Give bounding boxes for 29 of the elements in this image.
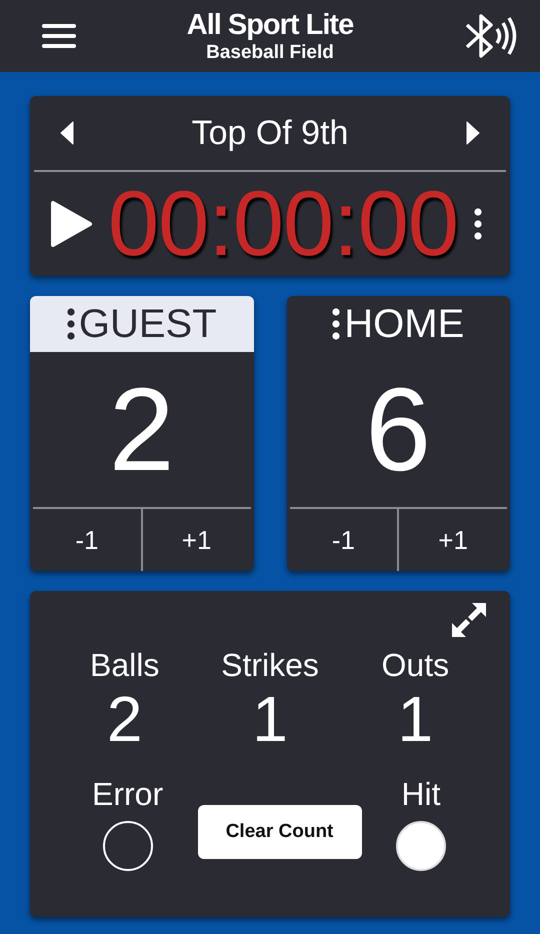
team-score: 6 <box>364 362 432 498</box>
count-value[interactable]: 2 <box>106 684 142 754</box>
count-label: Balls <box>90 647 160 684</box>
clear-count-button[interactable]: Clear Count <box>198 805 362 860</box>
count-value[interactable]: 1 <box>398 684 434 754</box>
kebab-icon[interactable] <box>66 308 75 340</box>
menu-icon[interactable] <box>42 23 76 49</box>
app-title: All Sport Lite <box>186 8 354 42</box>
minus-one-button[interactable]: -1 <box>290 509 398 571</box>
play-icon[interactable] <box>50 200 92 248</box>
indicator-label: Hit <box>401 776 441 814</box>
minus-one-button[interactable]: -1 <box>33 509 141 571</box>
count-value[interactable]: 1 <box>252 684 288 754</box>
app-subtitle: Baseball Field <box>206 42 334 64</box>
count-label: Strikes <box>221 647 319 684</box>
team-name-tab[interactable]: GUEST <box>30 296 254 352</box>
period-label: Top Of 9th <box>192 114 348 152</box>
next-period-icon[interactable] <box>466 121 480 145</box>
previous-period-icon[interactable] <box>60 121 74 145</box>
indicator-label: Error <box>92 776 164 814</box>
team-score: 2 <box>108 362 176 498</box>
game-clock: 00:00:00 <box>106 172 460 276</box>
kebab-icon[interactable] <box>332 308 340 340</box>
plus-one-button[interactable]: +1 <box>397 509 507 571</box>
expand-icon[interactable] <box>450 601 488 639</box>
team-name-tab[interactable]: HOME <box>286 296 510 352</box>
count-label: Outs <box>382 647 450 684</box>
kebab-icon[interactable] <box>474 208 482 240</box>
plus-one-button[interactable]: +1 <box>140 509 250 571</box>
